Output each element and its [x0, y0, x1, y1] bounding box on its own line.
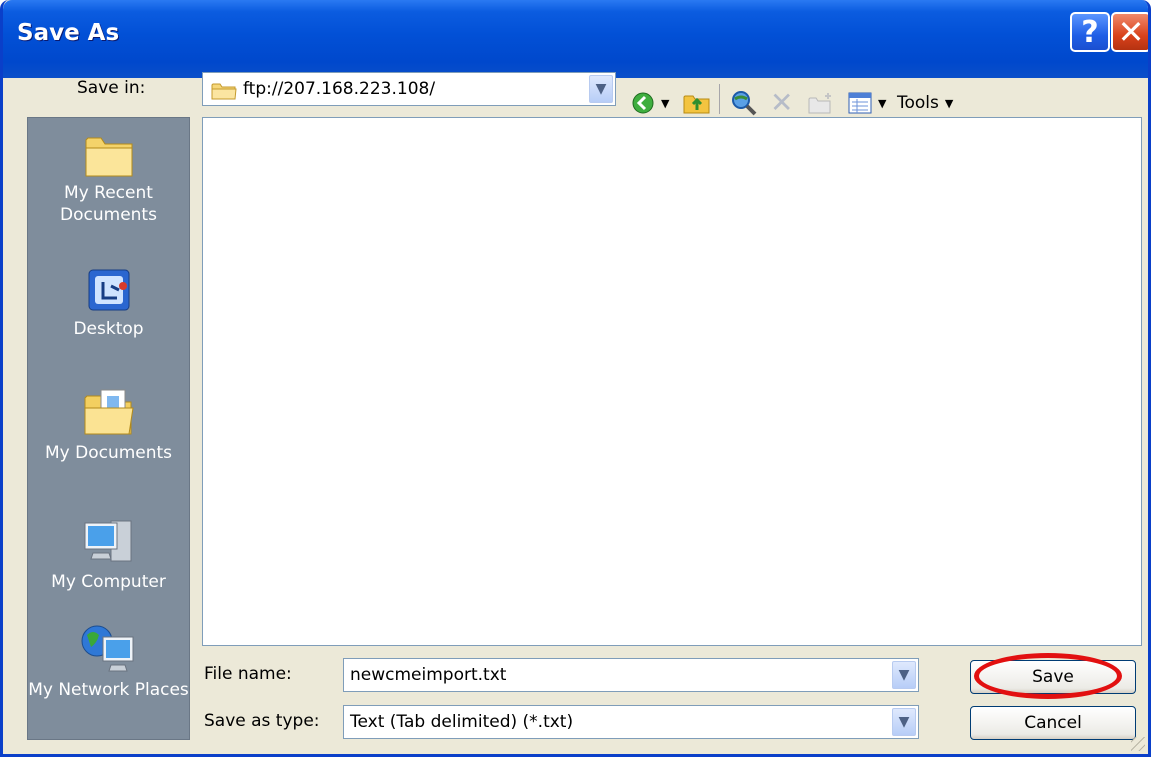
- file-name-input[interactable]: newcmeimport.txt ▼: [343, 658, 919, 692]
- save-in-dropdown[interactable]: ftp://207.168.223.108/ ▼: [202, 72, 616, 106]
- back-button[interactable]: ▼: [631, 88, 669, 118]
- search-web-icon: [732, 91, 757, 116]
- resize-grip[interactable]: [1131, 737, 1145, 751]
- place-my-network-places[interactable]: My Network Places: [28, 623, 189, 701]
- place-label: My Computer: [51, 572, 166, 592]
- my-computer-icon: [84, 520, 131, 562]
- place-label: My Recent Documents: [60, 183, 157, 225]
- toolbar-separator: [719, 84, 720, 114]
- highlight-annotation: [974, 653, 1122, 699]
- up-folder-icon: [683, 95, 710, 114]
- save-as-dialog: Save As ? ✕ Save in: ftp://207.168.223.1…: [0, 0, 1151, 757]
- new-folder-button[interactable]: [808, 88, 834, 118]
- views-icon: [848, 92, 872, 114]
- close-button[interactable]: ✕: [1111, 12, 1148, 52]
- my-documents-icon: [84, 389, 134, 435]
- chevron-down-icon[interactable]: ▼: [892, 661, 916, 689]
- close-icon: ✕: [1117, 13, 1145, 51]
- save-in-label: Save in:: [77, 78, 146, 98]
- delete-button[interactable]: ✕: [770, 88, 793, 118]
- tools-label: Tools: [897, 93, 939, 113]
- network-places-icon: [81, 625, 133, 672]
- tools-dropdown-icon: ▼: [944, 96, 954, 110]
- tools-menu[interactable]: Tools ▼: [897, 88, 953, 118]
- place-label: My Documents: [44, 443, 173, 463]
- save-in-value: ftp://207.168.223.108/: [243, 79, 436, 99]
- search-web-button[interactable]: [731, 88, 757, 118]
- file-name-value: newcmeimport.txt: [350, 665, 507, 685]
- place-label: My Network Places: [28, 680, 189, 700]
- place-my-recent-documents[interactable]: My Recent Documents: [28, 132, 189, 226]
- views-dropdown-icon[interactable]: ▼: [878, 97, 886, 110]
- save-as-type-value: Text (Tab delimited) (*.txt): [350, 712, 574, 732]
- back-arrow-icon: [632, 92, 654, 114]
- place-my-documents[interactable]: My Documents: [28, 386, 189, 464]
- cancel-button[interactable]: Cancel: [970, 706, 1136, 740]
- new-folder-icon: [808, 93, 831, 114]
- chevron-down-icon[interactable]: ▼: [589, 75, 613, 103]
- place-my-computer[interactable]: My Computer: [28, 515, 189, 593]
- back-dropdown-icon[interactable]: ▼: [661, 97, 669, 110]
- recent-documents-icon: [85, 137, 132, 177]
- cancel-button-label: Cancel: [1024, 713, 1082, 733]
- delete-icon: ✕: [770, 86, 794, 119]
- save-as-type-dropdown[interactable]: Text (Tab delimited) (*.txt) ▼: [343, 705, 919, 739]
- place-desktop[interactable]: Desktop: [28, 266, 189, 340]
- help-button[interactable]: ?: [1070, 12, 1110, 52]
- file-list[interactable]: [202, 117, 1142, 646]
- help-icon: ?: [1081, 14, 1099, 50]
- up-one-level-button[interactable]: [683, 88, 711, 118]
- title-bar: Save As ? ✕: [3, 0, 1148, 78]
- chevron-down-icon[interactable]: ▼: [892, 708, 916, 736]
- save-as-type-label: Save as type:: [204, 711, 320, 731]
- views-button[interactable]: ▼: [848, 88, 886, 118]
- file-name-label: File name:: [204, 664, 292, 684]
- folder-icon: [211, 83, 237, 100]
- place-label: Desktop: [73, 319, 144, 339]
- dialog-title: Save As: [17, 20, 120, 46]
- desktop-icon: [88, 269, 129, 311]
- places-bar: My Recent Documents Desktop My Documents: [27, 117, 190, 740]
